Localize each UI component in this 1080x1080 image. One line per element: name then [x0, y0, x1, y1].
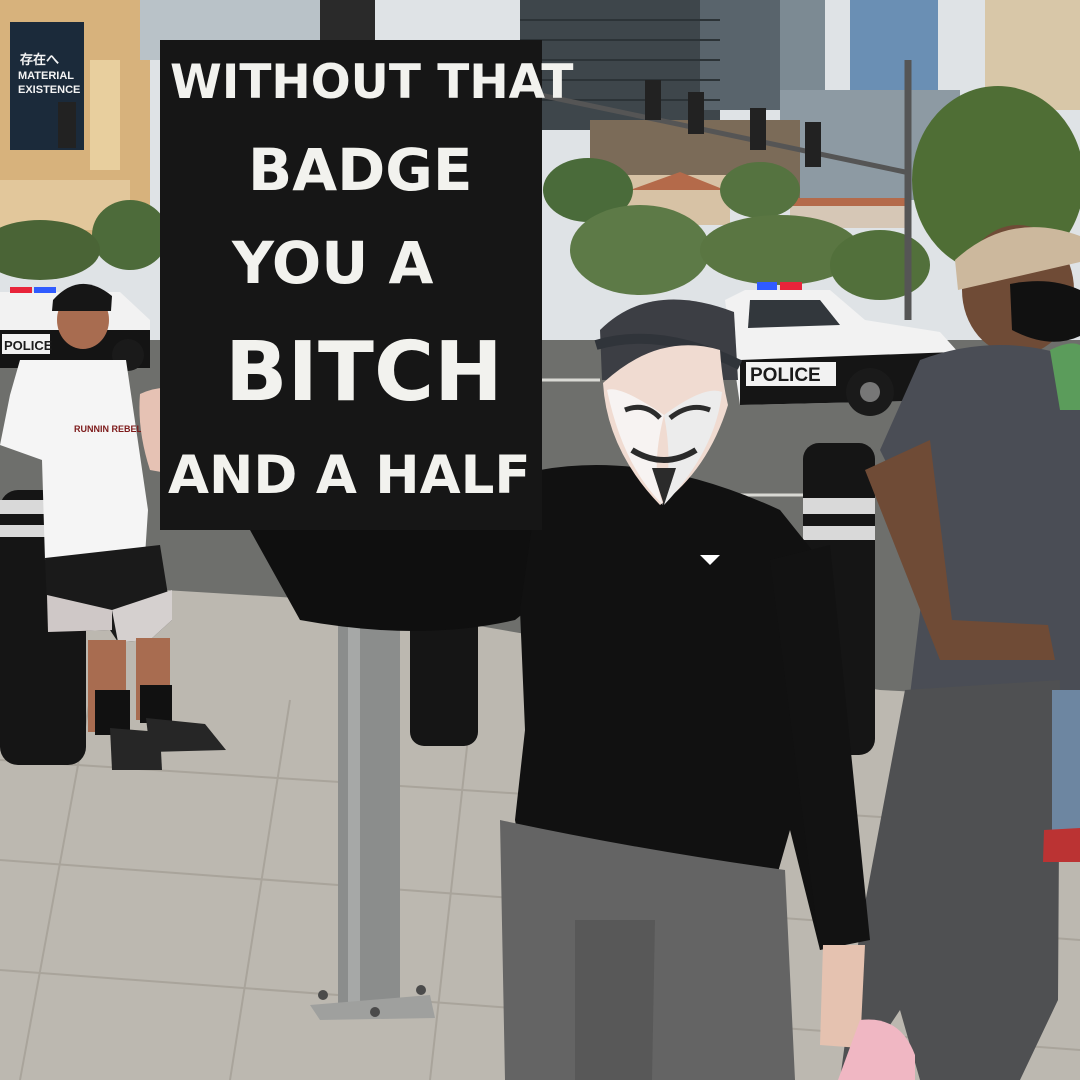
protest-sign: WITHOUT THAT BADGE YOU A BITCH AND A HAL…	[160, 40, 573, 530]
banner-line-2: MATERIAL	[18, 70, 74, 82]
sign-line-1: WITHOUT THAT	[170, 55, 573, 110]
police-label-right: POLICE	[750, 365, 821, 386]
sign-line-3: YOU A	[231, 229, 434, 297]
scene-illustration: 存在へ MATERIAL EXISTENCE POLICE POLICE RUN…	[0, 0, 1080, 1080]
banner-line-3: EXISTENCE	[18, 84, 80, 96]
sign-line-4: BITCH	[225, 325, 503, 420]
banner-line-1: 存在へ	[20, 52, 59, 67]
photo-scene: 存在へ MATERIAL EXISTENCE POLICE POLICE RUN…	[0, 0, 1080, 1080]
police-label-left: POLICE	[4, 338, 53, 353]
sign-line-5: AND A HALF	[168, 445, 531, 506]
sign-line-2: BADGE	[248, 136, 472, 204]
shirt-print: RUNNIN REBELS	[74, 424, 148, 434]
